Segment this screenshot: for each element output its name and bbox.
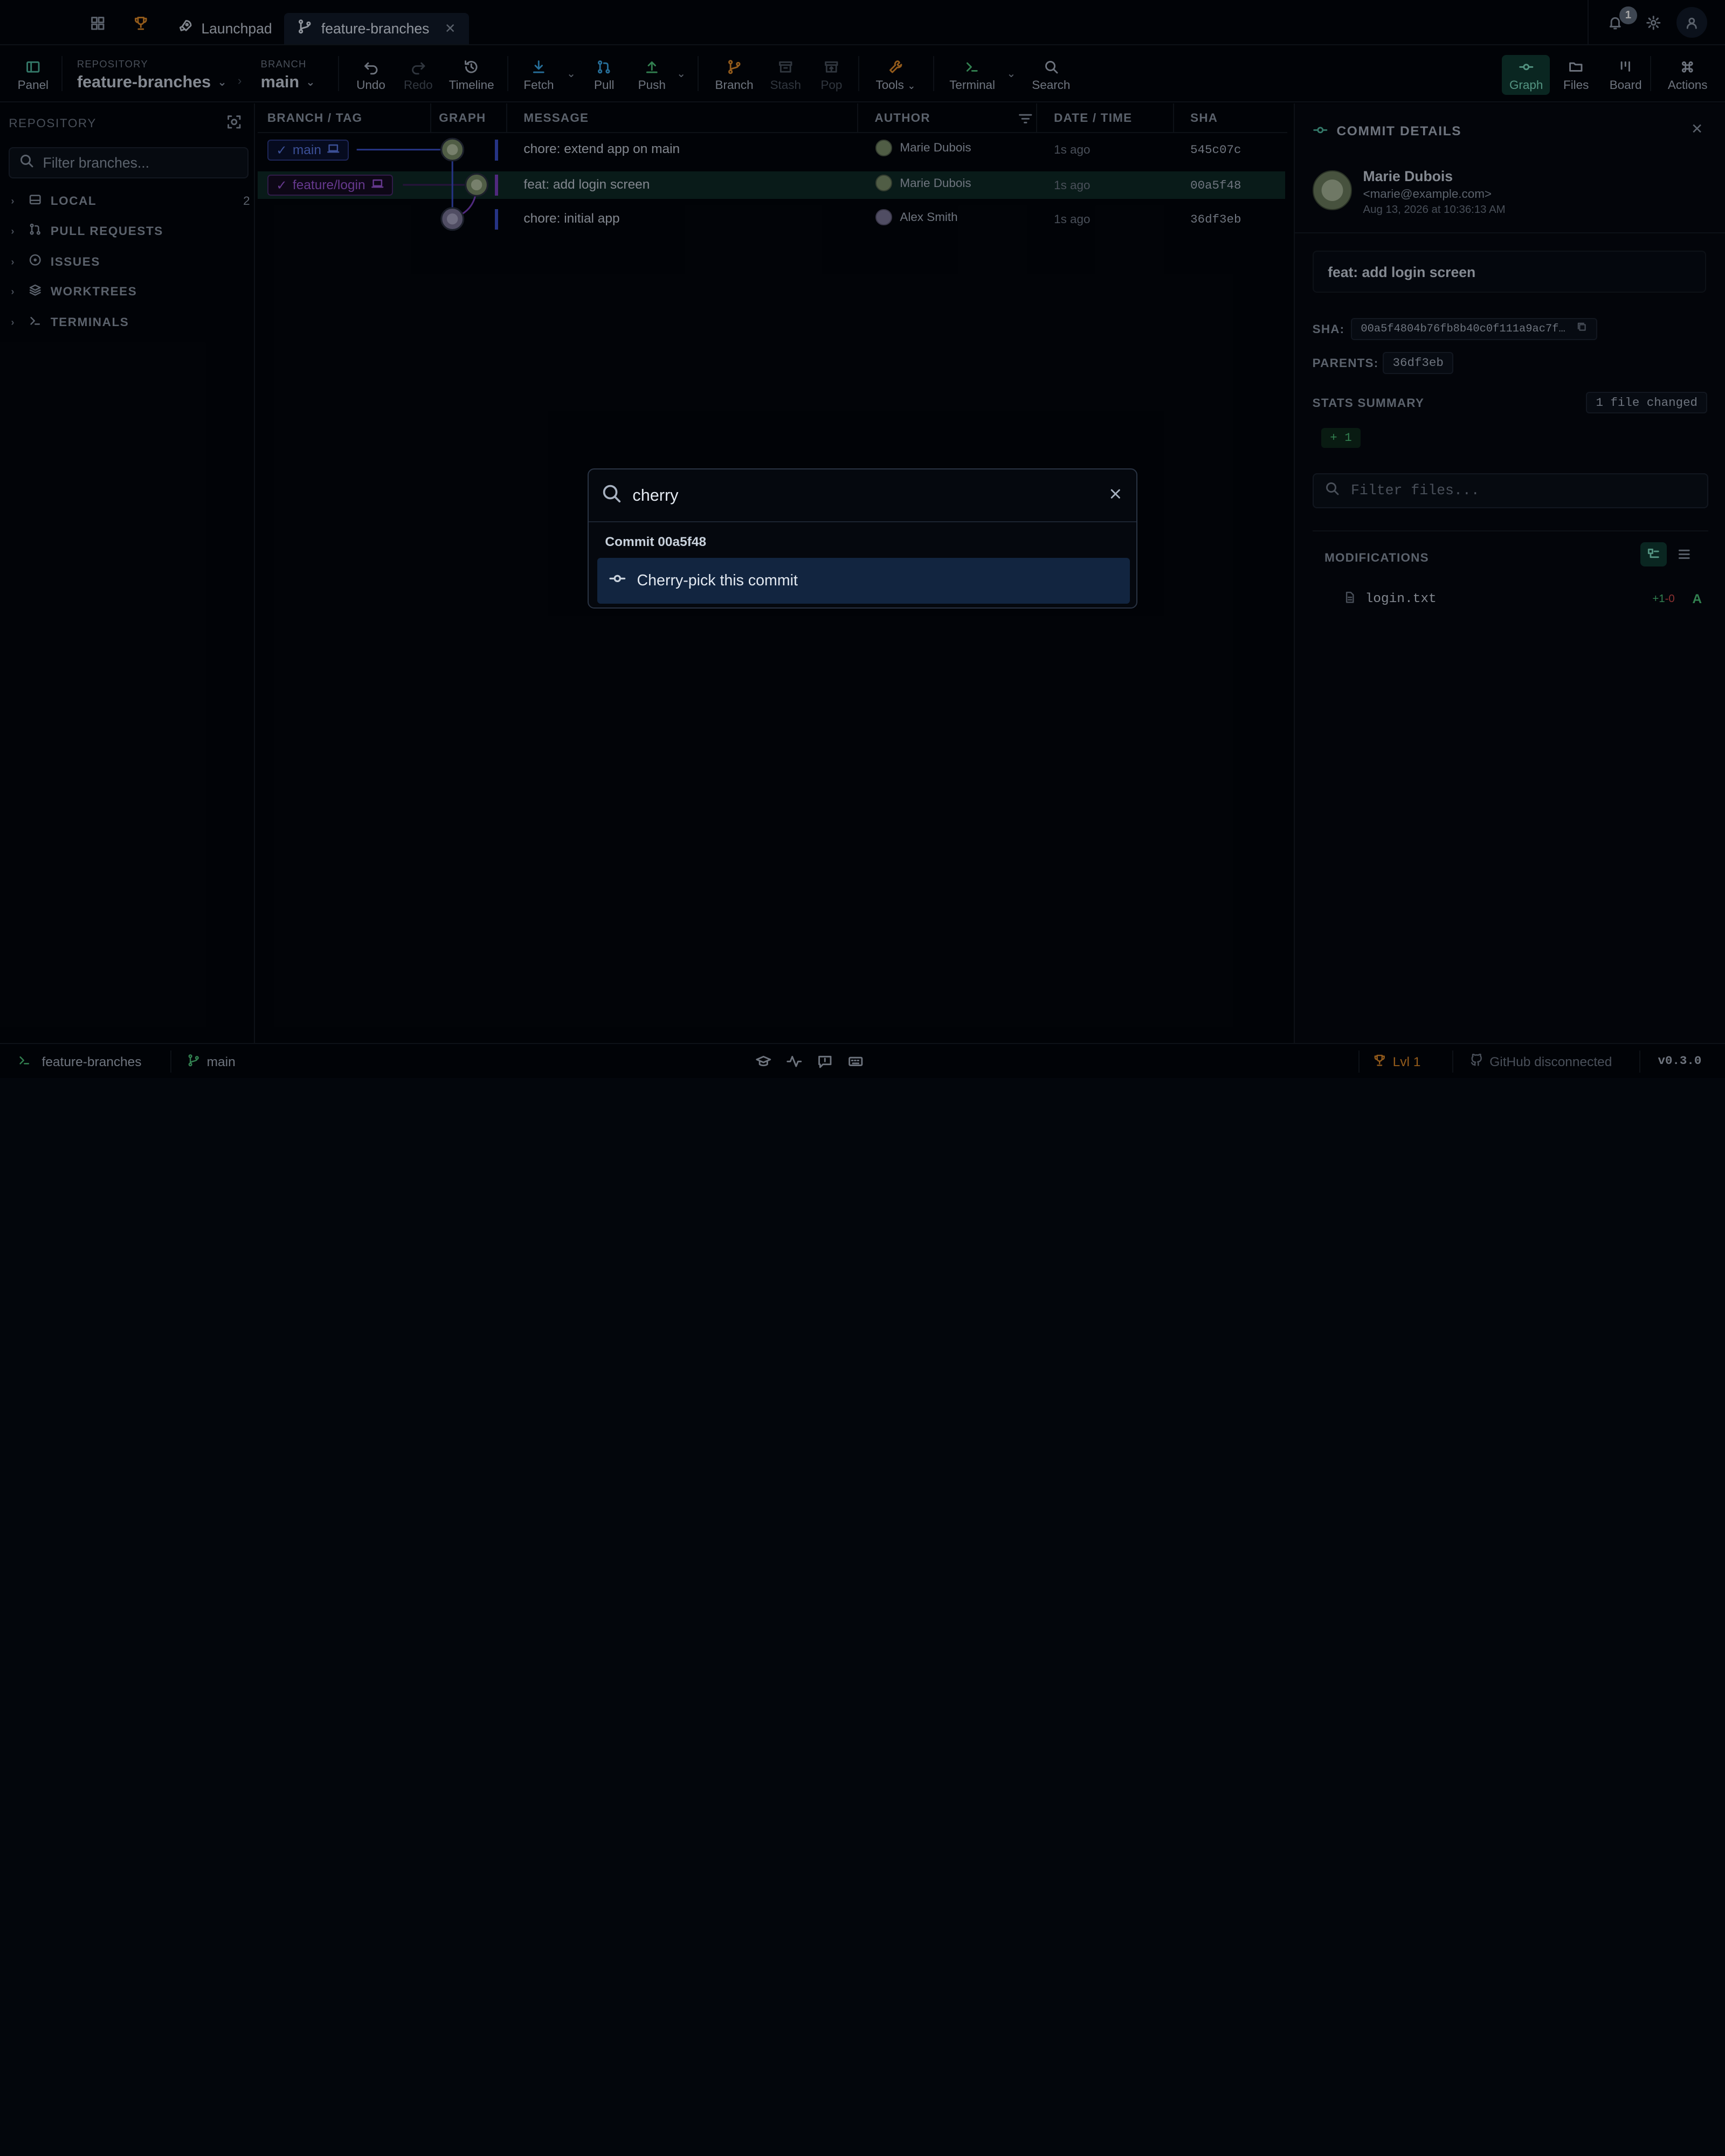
command-palette: cherry Commit 00a5f48 Cherry-pick this c… — [587, 468, 1138, 609]
commit-icon — [609, 570, 626, 592]
command-group-label: Commit 00a5f48 — [605, 534, 707, 549]
command-search-query: cherry — [632, 486, 679, 505]
command-search-input[interactable]: cherry — [588, 469, 1137, 523]
cherry-pick-command[interactable]: Cherry-pick this commit — [597, 557, 1130, 604]
search-icon — [602, 483, 622, 508]
clear-search-icon[interactable] — [1108, 485, 1123, 506]
command-label: Cherry-pick this commit — [637, 571, 798, 589]
